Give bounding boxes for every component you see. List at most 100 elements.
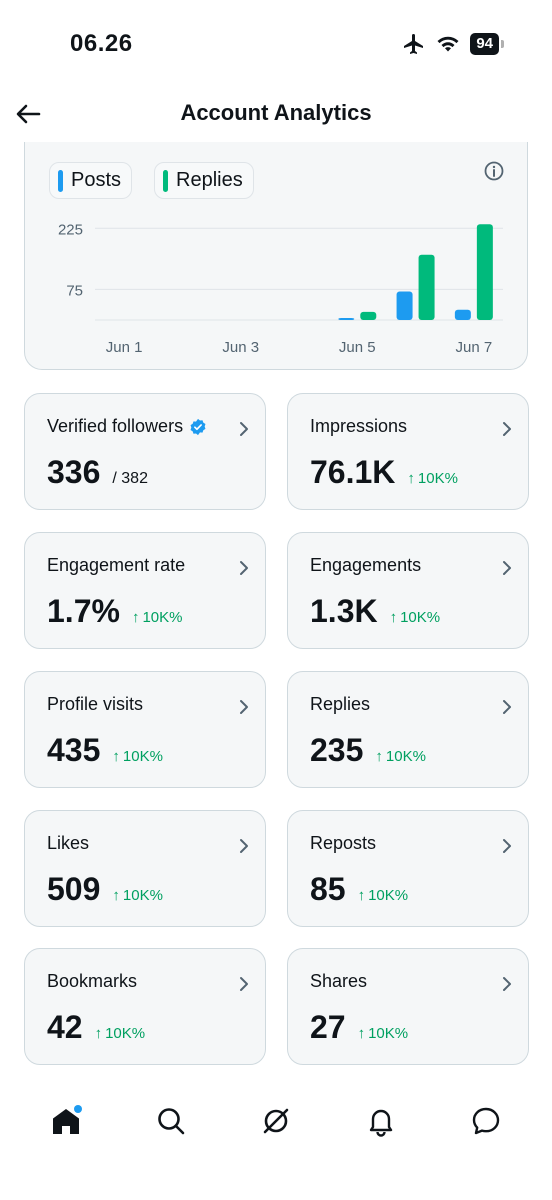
metric-label-text: Reposts: [310, 833, 377, 853]
metric-change: ↑ 10K%: [358, 1025, 409, 1042]
metric-label-text: Bookmarks: [47, 971, 138, 991]
metric-card-profile-visits[interactable]: Profile visits 435 ↑ 10K%: [24, 671, 266, 788]
nav-notifications[interactable]: [355, 1095, 407, 1147]
metric-value-row: 336 / 382: [47, 454, 148, 491]
metric-value-row: 509 ↑ 10K%: [47, 871, 163, 908]
x-tick-label: Jun 3: [222, 339, 259, 356]
metric-card-engagement-rate[interactable]: Engagement rate 1.7% ↑ 10K%: [24, 532, 266, 649]
metric-change-value: 10K%: [122, 748, 163, 765]
metric-label-text: Engagements: [310, 555, 422, 575]
up-arrow-icon: ↑: [375, 748, 383, 765]
metric-label: Profile visits: [47, 694, 143, 715]
nav-home[interactable]: [40, 1095, 92, 1147]
wifi-icon: [437, 36, 459, 52]
metric-card-reposts[interactable]: Reposts 85 ↑ 10K%: [287, 810, 529, 927]
bar-chart: 75 225 Jun 1 Jun 3 Jun 5 Jun 7: [58, 221, 503, 356]
bar-replies-jun-5[interactable]: [360, 311, 377, 320]
up-arrow-icon: ↑: [357, 1025, 366, 1042]
metric-value-row: 27 ↑ 10K%: [310, 1009, 408, 1046]
chart-legend: Posts Replies: [49, 162, 254, 199]
grok-icon: [263, 1108, 289, 1134]
legend-posts[interactable]: Posts: [49, 162, 133, 199]
metric-value: 1.3K: [310, 593, 378, 629]
chevron-right-icon: [503, 561, 511, 575]
metric-card-bookmarks[interactable]: Bookmarks 42 ↑ 10K%: [24, 948, 266, 1065]
metric-label: Engagements: [310, 555, 421, 576]
metric-value-row: 1.7% ↑ 10K%: [47, 593, 182, 630]
metric-change-value: 10K%: [400, 609, 441, 626]
airplane-mode-icon: [404, 34, 424, 54]
metric-value: 336: [47, 454, 101, 490]
up-arrow-icon: ↑: [131, 609, 140, 626]
bell-icon: [369, 1109, 392, 1137]
metric-label-text: Engagement rate: [47, 555, 186, 575]
metric-total: / 382: [112, 470, 148, 487]
header: Account Analytics: [0, 88, 552, 144]
metric-card-replies[interactable]: Replies 235 ↑ 10K%: [287, 671, 529, 788]
verified-badge-icon: [190, 418, 206, 435]
up-arrow-icon: ↑: [407, 470, 415, 487]
metric-card-verified-followers[interactable]: Verified followers 336 / 382: [24, 393, 266, 510]
metric-label-text: Profile visits: [47, 694, 144, 714]
metric-value-row: 235 ↑ 10K%: [310, 732, 426, 769]
chevron-right-icon: [240, 422, 248, 436]
metric-label: Shares: [310, 971, 367, 992]
metric-card-impressions[interactable]: Impressions 76.1K ↑ 10K%: [287, 393, 529, 510]
chevron-right-icon: [240, 561, 248, 575]
metric-label-text: Likes: [47, 833, 90, 853]
metric-label: Replies: [310, 694, 370, 715]
metric-label-text: Impressions: [310, 416, 408, 436]
bar-replies-jun-7[interactable]: [476, 224, 493, 320]
page-title: Account Analytics: [180, 100, 372, 125]
status-time: 06.26: [70, 30, 133, 57]
battery-indicator: 94: [470, 33, 504, 55]
metric-card-shares[interactable]: Shares 27 ↑ 10K%: [287, 948, 529, 1065]
chat-icon: [472, 1107, 499, 1135]
chevron-right-icon: [240, 700, 248, 714]
metric-value: 509: [47, 871, 101, 907]
metric-card-likes[interactable]: Likes 509 ↑ 10K%: [24, 810, 266, 927]
metric-label-text: Verified followers: [47, 416, 184, 436]
metric-value-row: 1.3K ↑ 10K%: [310, 593, 440, 630]
metric-change-value: 10K%: [385, 748, 426, 765]
chevron-right-icon: [503, 977, 511, 991]
up-arrow-icon: ↑: [389, 609, 398, 626]
legend-replies-label: Replies: [176, 169, 243, 191]
metric-change-value: 10K%: [122, 887, 163, 904]
metric-change: ↑ 10K%: [390, 609, 441, 626]
metric-change: ↑ 10K%: [375, 748, 426, 765]
battery-tip: [501, 40, 504, 48]
metric-label: Impressions: [310, 416, 407, 437]
legend-posts-swatch: [58, 169, 63, 192]
metric-label: Reposts: [310, 833, 376, 854]
up-arrow-icon: ↑: [94, 1025, 103, 1042]
metric-value-row: 42 ↑ 10K%: [47, 1009, 145, 1046]
metric-label-text: Shares: [310, 971, 368, 991]
x-tick-label: Jun 1: [106, 339, 143, 356]
metric-label: Bookmarks: [47, 971, 137, 992]
metric-change-value: 10K%: [368, 887, 409, 904]
legend-replies[interactable]: Replies: [154, 162, 254, 199]
bar-posts-jun-6[interactable]: [396, 291, 413, 320]
chevron-right-icon: [240, 839, 248, 853]
metric-value-row: 85 ↑ 10K%: [310, 871, 408, 908]
metric-label: Likes: [47, 833, 89, 854]
metric-change-value: 10K%: [368, 1025, 409, 1042]
info-icon[interactable]: [483, 160, 505, 182]
chevron-right-icon: [503, 839, 511, 853]
nav-grok[interactable]: [250, 1095, 302, 1147]
metric-value: 235: [310, 732, 364, 768]
legend-posts-label: Posts: [71, 169, 122, 191]
legend-replies-swatch: [163, 169, 169, 192]
bar-posts-jun-5[interactable]: [338, 317, 355, 320]
metric-change: ↑ 10K%: [358, 887, 409, 904]
bar-posts-jun-7[interactable]: [454, 309, 471, 320]
chart-card: Posts Replies 75 225 Jun 1 Jun 3 Jun 5 Jun 7: [24, 142, 528, 370]
nav-messages[interactable]: [460, 1095, 512, 1147]
metric-value-row: 76.1K ↑ 10K%: [310, 454, 458, 491]
nav-search[interactable]: [145, 1095, 197, 1147]
up-arrow-icon: ↑: [112, 748, 120, 765]
metric-card-engagements[interactable]: Engagements 1.3K ↑ 10K%: [287, 532, 529, 649]
bar-replies-jun-6[interactable]: [418, 254, 435, 320]
metric-value-row: 435 ↑ 10K%: [47, 732, 163, 769]
